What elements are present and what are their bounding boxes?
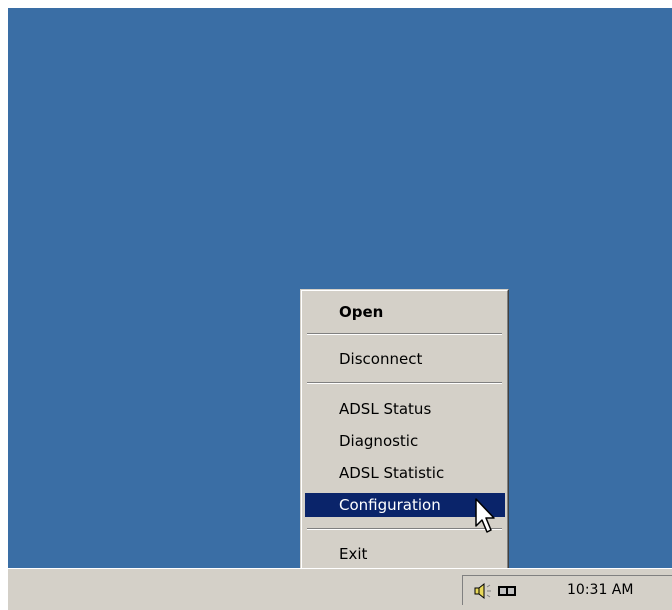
menu-separator	[307, 528, 502, 530]
system-tray: 10:31 AM	[462, 575, 672, 605]
menu-item-disconnect[interactable]: Disconnect	[305, 347, 505, 371]
menu-separator	[307, 382, 502, 384]
mouse-cursor-icon	[475, 498, 495, 533]
network-adapter-icon[interactable]	[497, 582, 517, 600]
speaker-icon[interactable]	[473, 582, 495, 600]
clock[interactable]: 10:31 AM	[567, 576, 633, 604]
menu-separator	[307, 333, 502, 335]
menu-item-diagnostic[interactable]: Diagnostic	[305, 429, 505, 453]
menu-item-adsl-status[interactable]: ADSL Status	[305, 397, 505, 421]
menu-item-exit[interactable]: Exit	[305, 542, 505, 566]
menu-item-open[interactable]: Open	[305, 300, 505, 324]
taskbar: 10:31 AM	[8, 568, 672, 610]
menu-item-adsl-statistic[interactable]: ADSL Statistic	[305, 461, 505, 485]
